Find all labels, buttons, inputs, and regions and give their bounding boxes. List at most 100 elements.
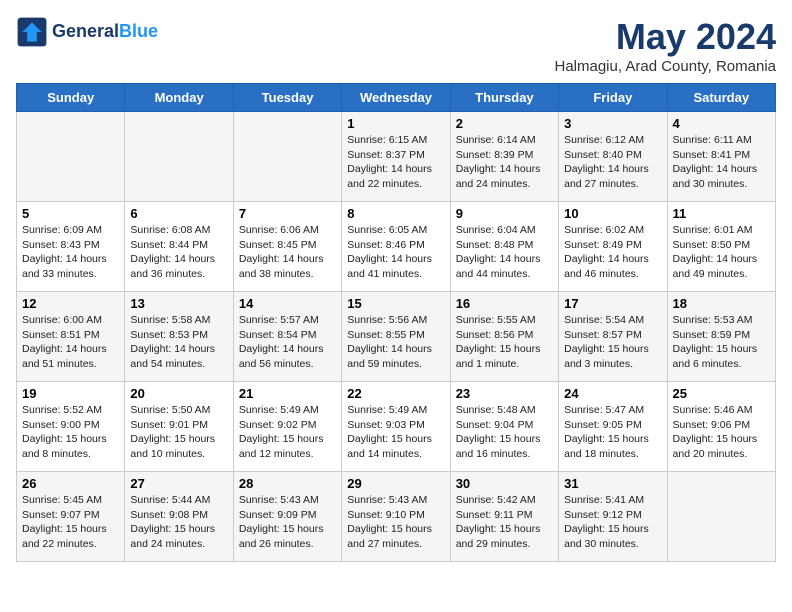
calendar-cell: 18Sunrise: 5:53 AMSunset: 8:59 PMDayligh… bbox=[667, 292, 775, 382]
day-number: 6 bbox=[130, 206, 227, 221]
cell-text-line: Daylight: 15 hours bbox=[673, 432, 770, 447]
cell-text-line: Sunset: 8:45 PM bbox=[239, 238, 336, 253]
cell-text-line: and 46 minutes. bbox=[564, 267, 661, 282]
cell-text-line: and 33 minutes. bbox=[22, 267, 119, 282]
cell-text-line: Daylight: 14 hours bbox=[347, 162, 444, 177]
cell-text-line: Sunrise: 6:09 AM bbox=[22, 223, 119, 238]
cell-text-line: Sunset: 8:49 PM bbox=[564, 238, 661, 253]
cell-text-line: Sunrise: 6:15 AM bbox=[347, 133, 444, 148]
day-number: 7 bbox=[239, 206, 336, 221]
cell-text-line: Sunset: 8:59 PM bbox=[673, 328, 770, 343]
cell-text-line: Daylight: 15 hours bbox=[22, 522, 119, 537]
logo-text: GeneralBlue bbox=[52, 22, 158, 42]
day-number: 24 bbox=[564, 386, 661, 401]
cell-text-line: Sunrise: 5:41 AM bbox=[564, 493, 661, 508]
day-number: 23 bbox=[456, 386, 553, 401]
calendar-cell: 27Sunrise: 5:44 AMSunset: 9:08 PMDayligh… bbox=[125, 472, 233, 562]
day-number: 30 bbox=[456, 476, 553, 491]
cell-text-line: Daylight: 14 hours bbox=[239, 252, 336, 267]
cell-text-line: and 22 minutes. bbox=[22, 537, 119, 552]
cell-text-line: and 59 minutes. bbox=[347, 357, 444, 372]
calendar-cell: 9Sunrise: 6:04 AMSunset: 8:48 PMDaylight… bbox=[450, 202, 558, 292]
cell-text-line: Sunset: 9:07 PM bbox=[22, 508, 119, 523]
cell-text-line: Daylight: 14 hours bbox=[22, 252, 119, 267]
cell-text-line: Sunset: 9:12 PM bbox=[564, 508, 661, 523]
cell-text-line: Sunrise: 6:04 AM bbox=[456, 223, 553, 238]
day-number: 5 bbox=[22, 206, 119, 221]
weekday-friday: Friday bbox=[559, 84, 667, 112]
weekday-wednesday: Wednesday bbox=[342, 84, 450, 112]
calendar-cell: 19Sunrise: 5:52 AMSunset: 9:00 PMDayligh… bbox=[17, 382, 125, 472]
calendar-cell bbox=[17, 112, 125, 202]
day-number: 14 bbox=[239, 296, 336, 311]
cell-text-line: Sunset: 8:54 PM bbox=[239, 328, 336, 343]
day-number: 16 bbox=[456, 296, 553, 311]
cell-text-line: and 29 minutes. bbox=[456, 537, 553, 552]
cell-text-line: Sunset: 9:11 PM bbox=[456, 508, 553, 523]
week-row-4: 19Sunrise: 5:52 AMSunset: 9:00 PMDayligh… bbox=[17, 382, 776, 472]
day-number: 13 bbox=[130, 296, 227, 311]
cell-text-line: and 41 minutes. bbox=[347, 267, 444, 282]
day-number: 31 bbox=[564, 476, 661, 491]
cell-text-line: Daylight: 15 hours bbox=[130, 522, 227, 537]
cell-text-line: and 24 minutes. bbox=[456, 177, 553, 192]
logo: GeneralBlue bbox=[16, 16, 158, 48]
calendar-cell: 24Sunrise: 5:47 AMSunset: 9:05 PMDayligh… bbox=[559, 382, 667, 472]
calendar-cell: 17Sunrise: 5:54 AMSunset: 8:57 PMDayligh… bbox=[559, 292, 667, 382]
weekday-tuesday: Tuesday bbox=[233, 84, 341, 112]
cell-text-line: Sunset: 9:03 PM bbox=[347, 418, 444, 433]
calendar-cell: 4Sunrise: 6:11 AMSunset: 8:41 PMDaylight… bbox=[667, 112, 775, 202]
calendar-cell: 30Sunrise: 5:42 AMSunset: 9:11 PMDayligh… bbox=[450, 472, 558, 562]
cell-text-line: Sunrise: 5:57 AM bbox=[239, 313, 336, 328]
calendar-cell: 31Sunrise: 5:41 AMSunset: 9:12 PMDayligh… bbox=[559, 472, 667, 562]
weekday-sunday: Sunday bbox=[17, 84, 125, 112]
cell-text-line: Daylight: 14 hours bbox=[347, 342, 444, 357]
day-number: 8 bbox=[347, 206, 444, 221]
cell-text-line: Sunrise: 5:46 AM bbox=[673, 403, 770, 418]
cell-text-line: Sunset: 8:39 PM bbox=[456, 148, 553, 163]
cell-text-line: and 1 minute. bbox=[456, 357, 553, 372]
day-number: 12 bbox=[22, 296, 119, 311]
cell-text-line: Sunrise: 5:44 AM bbox=[130, 493, 227, 508]
cell-text-line: Sunset: 8:55 PM bbox=[347, 328, 444, 343]
cell-text-line: and 36 minutes. bbox=[130, 267, 227, 282]
day-number: 19 bbox=[22, 386, 119, 401]
cell-text-line: and 30 minutes. bbox=[564, 537, 661, 552]
calendar-cell: 8Sunrise: 6:05 AMSunset: 8:46 PMDaylight… bbox=[342, 202, 450, 292]
cell-text-line: Sunrise: 6:01 AM bbox=[673, 223, 770, 238]
weekday-thursday: Thursday bbox=[450, 84, 558, 112]
cell-text-line: Daylight: 14 hours bbox=[347, 252, 444, 267]
cell-text-line: Daylight: 14 hours bbox=[22, 342, 119, 357]
day-number: 29 bbox=[347, 476, 444, 491]
cell-text-line: Sunrise: 6:00 AM bbox=[22, 313, 119, 328]
week-row-5: 26Sunrise: 5:45 AMSunset: 9:07 PMDayligh… bbox=[17, 472, 776, 562]
calendar-cell bbox=[125, 112, 233, 202]
cell-text-line: Sunset: 8:41 PM bbox=[673, 148, 770, 163]
cell-text-line: Sunrise: 5:43 AM bbox=[239, 493, 336, 508]
cell-text-line: Daylight: 14 hours bbox=[673, 162, 770, 177]
day-number: 27 bbox=[130, 476, 227, 491]
cell-text-line: Sunset: 8:43 PM bbox=[22, 238, 119, 253]
cell-text-line: Sunset: 8:40 PM bbox=[564, 148, 661, 163]
calendar-cell: 11Sunrise: 6:01 AMSunset: 8:50 PMDayligh… bbox=[667, 202, 775, 292]
day-number: 26 bbox=[22, 476, 119, 491]
day-number: 9 bbox=[456, 206, 553, 221]
day-number: 21 bbox=[239, 386, 336, 401]
cell-text-line: and 30 minutes. bbox=[673, 177, 770, 192]
cell-text-line: Daylight: 15 hours bbox=[347, 432, 444, 447]
weekday-monday: Monday bbox=[125, 84, 233, 112]
calendar-cell: 2Sunrise: 6:14 AMSunset: 8:39 PMDaylight… bbox=[450, 112, 558, 202]
day-number: 10 bbox=[564, 206, 661, 221]
cell-text-line: Sunset: 9:02 PM bbox=[239, 418, 336, 433]
cell-text-line: Daylight: 14 hours bbox=[130, 342, 227, 357]
weekday-saturday: Saturday bbox=[667, 84, 775, 112]
cell-text-line: and 38 minutes. bbox=[239, 267, 336, 282]
cell-text-line: Sunrise: 5:54 AM bbox=[564, 313, 661, 328]
calendar-body: 1Sunrise: 6:15 AMSunset: 8:37 PMDaylight… bbox=[17, 112, 776, 562]
cell-text-line: Daylight: 15 hours bbox=[673, 342, 770, 357]
calendar-cell bbox=[233, 112, 341, 202]
cell-text-line: and 3 minutes. bbox=[564, 357, 661, 372]
calendar-cell: 10Sunrise: 6:02 AMSunset: 8:49 PMDayligh… bbox=[559, 202, 667, 292]
title-block: May 2024 Halmagiu, Arad County, Romania bbox=[555, 16, 777, 75]
cell-text-line: Daylight: 14 hours bbox=[564, 162, 661, 177]
